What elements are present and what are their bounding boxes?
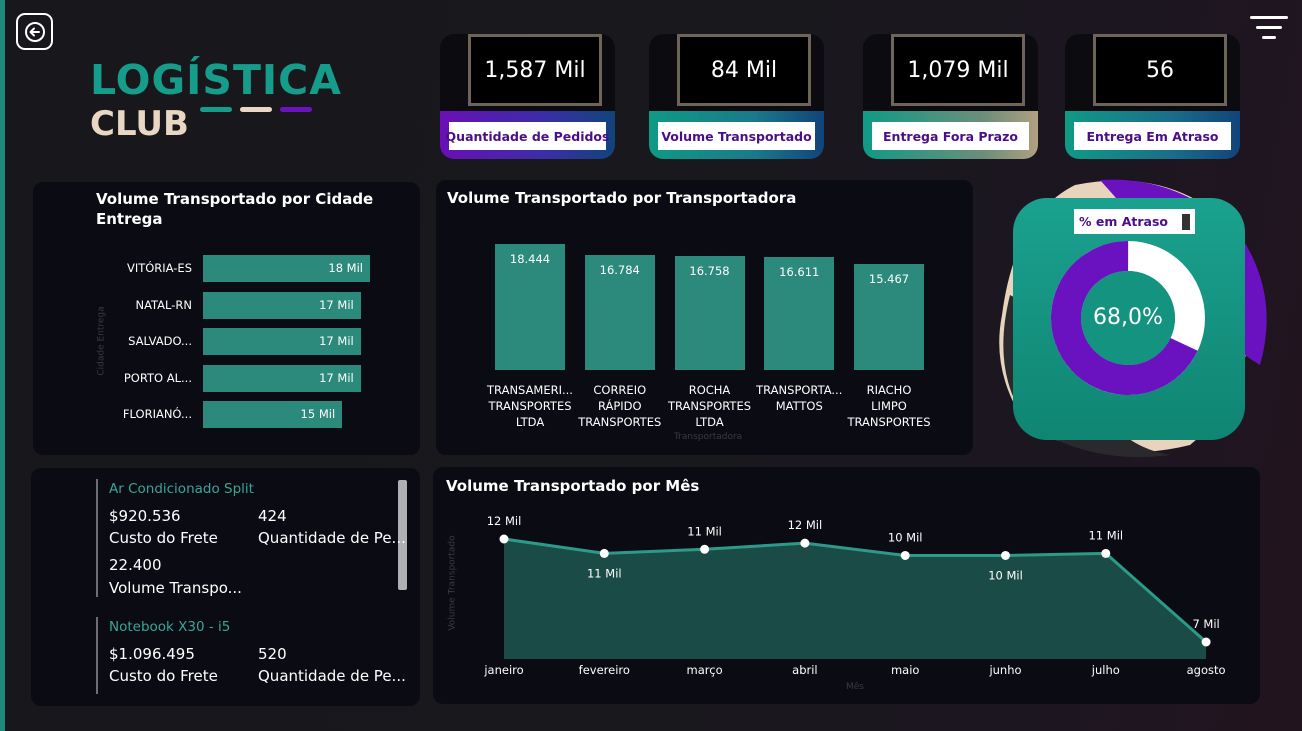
month-data-point[interactable] (1001, 550, 1010, 560)
month-tick-label: janeiro (483, 663, 523, 677)
city-bar-value: 18 Mil (328, 261, 363, 275)
late-percent-value: 68,0% (1093, 305, 1163, 330)
carrier-bar[interactable]: 16.758 (674, 255, 745, 370)
carrier-tick-label: RIACHO LIMPO TRANSPORTES (847, 383, 931, 429)
product-separator (96, 479, 98, 597)
product-separator (96, 617, 98, 694)
orders-label: Quantidade de Pe... (258, 529, 406, 547)
month-data-point[interactable] (800, 538, 810, 548)
carrier-bar[interactable]: 18.444 (495, 244, 565, 370)
city-bar[interactable]: 15 Mil (203, 401, 343, 428)
city-tick-label: FLORIANÓ... (122, 407, 192, 421)
month-tick-label: março (687, 663, 723, 677)
kpi-value: 1,587 Mil (468, 34, 602, 106)
month-data-label: 12 Mil (788, 518, 823, 532)
month-data-label: 11 Mil (1088, 528, 1123, 542)
month-area-chart: 12 Mil janeiro 11 Mil fevereiro 11 Mil março 1… (483, 514, 1226, 677)
city-tick-label: VITÓRIA-ES (126, 261, 192, 275)
kpi-label: Entrega Fora Prazo (872, 122, 1029, 150)
logo-dash (240, 107, 272, 112)
kpi-value: 1,079 Mil (891, 34, 1025, 106)
month-tick-label: abril (792, 663, 817, 677)
logo-title: LOGÍSTICA (90, 56, 342, 104)
city-bar-row[interactable]: FLORIANÓ... 15 Mil (96, 401, 396, 428)
freight-value: $920.536 (109, 507, 181, 525)
month-tick-label: julho (1091, 663, 1120, 677)
city-tick-label: SALVADO... (128, 334, 192, 348)
carrier-tick-label: TRANSPORTA... MATTOS (756, 383, 843, 413)
month-area-fill (504, 539, 1207, 659)
kpi-card-delayed[interactable]: 56 Entrega Em Atraso (1065, 34, 1240, 159)
product-name: Notebook X30 - i5 (109, 619, 231, 635)
city-tick-label: PORTO AL... (123, 370, 192, 385)
month-tick-label: maio (891, 663, 919, 677)
volume-label: Volume Transpo... (109, 579, 242, 597)
month-data-label: 12 Mil (487, 514, 522, 528)
month-data-point[interactable] (900, 550, 910, 560)
city-bar-value: 17 Mil (319, 334, 354, 348)
city-bar-value: 17 Mil (319, 370, 354, 385)
carrier-bar[interactable]: 16.784 (584, 255, 655, 370)
month-data-point[interactable] (499, 534, 509, 544)
back-button[interactable] (16, 13, 53, 50)
kpi-value: 84 Mil (677, 34, 811, 106)
month-tick-label: agosto (1187, 663, 1226, 677)
carrier-tick-label: TRANSAMERI... TRANSPORTES LTDA (487, 383, 573, 429)
carrier-bar[interactable]: 16.611 (764, 256, 835, 370)
late-percent-label: % em Atraso (1074, 209, 1195, 234)
late-percent-label-text: % em Atraso (1078, 214, 1168, 229)
city-bar[interactable]: 17 Mil (203, 364, 361, 392)
city-bar-value: 15 Mil (300, 407, 336, 421)
kpi-label: Entrega Em Atraso (1074, 122, 1231, 150)
month-data-label: 11 Mil (687, 524, 722, 538)
kpi-card-volume[interactable]: 84 Mil Volume Transportado (649, 34, 824, 159)
month-data-point[interactable] (700, 544, 710, 554)
month-data-label: 10 Mil (888, 530, 923, 544)
carrier-tick-label: CORREIO RÁPIDO TRANSPORTES (578, 383, 662, 429)
freight-label: Custo do Frete (109, 667, 218, 685)
left-accent-bar (0, 0, 5, 731)
kpi-value: 56 (1093, 34, 1227, 106)
month-tick-label: fevereiro (579, 663, 630, 677)
city-bar-row[interactable]: SALVADO... 17 Mil (96, 328, 396, 355)
city-bar-row[interactable]: NATAL-RN 17 Mil (96, 291, 396, 319)
month-data-label: 7 Mil (1192, 617, 1219, 631)
month-data-point[interactable] (599, 548, 609, 558)
city-bar-row[interactable]: PORTO AL... 17 Mil (96, 364, 396, 392)
orders-value: 424 (258, 507, 287, 525)
city-bar-value: 17 Mil (319, 297, 354, 312)
logo-dash (200, 107, 232, 112)
product-name: Ar Condicionado Split (109, 481, 254, 497)
kpi-label: Volume Transportado (658, 122, 815, 150)
city-tick-label: NATAL-RN (135, 297, 192, 312)
freight-label: Custo do Frete (109, 529, 218, 547)
carrier-tick-label: ROCHA TRANSPORTES LTDA (667, 383, 752, 429)
volume-value: 22.400 (109, 556, 162, 574)
carrier-axis-label: Transportadora (674, 432, 743, 442)
arrow-left-icon (24, 21, 45, 42)
kpi-label: Quantidade de Pedidos (446, 122, 609, 150)
month-data-label: 11 Mil (587, 566, 622, 580)
carrier-bar[interactable]: 15.467 (854, 264, 924, 370)
orders-value: 520 (258, 645, 287, 663)
filter-menu-icon[interactable] (1250, 14, 1290, 42)
logo-subtitle: CLUB (90, 104, 189, 144)
carrier-chart-title: Volume Transportado por Transportadora (447, 189, 797, 207)
city-bar[interactable]: 18 Mil (203, 255, 370, 282)
month-x-axis-label: Mês (846, 682, 864, 692)
month-data-point[interactable] (1101, 548, 1111, 558)
city-bar-row[interactable]: VITÓRIA-ES 18 Mil (96, 255, 396, 282)
city-bar[interactable]: 17 Mil (203, 291, 361, 319)
month-tick-label: junho (988, 663, 1021, 677)
kpi-card-orders[interactable]: 1,587 Mil Quantidade de Pedidos (440, 34, 615, 159)
logo-dash (280, 107, 312, 112)
city-bar[interactable]: 17 Mil (203, 328, 361, 355)
orders-label: Quantidade de Pe... (258, 667, 406, 685)
month-data-label: 10 Mil (988, 568, 1023, 582)
legend-marker-icon (1182, 213, 1190, 230)
kpi-card-late-delivery[interactable]: 1,079 Mil Entrega Fora Prazo (863, 34, 1038, 159)
freight-value: $1.096.495 (109, 645, 195, 663)
city-chart-title: Volume Transportado por Cidade Entrega (96, 190, 374, 228)
month-data-point[interactable] (1201, 637, 1211, 647)
